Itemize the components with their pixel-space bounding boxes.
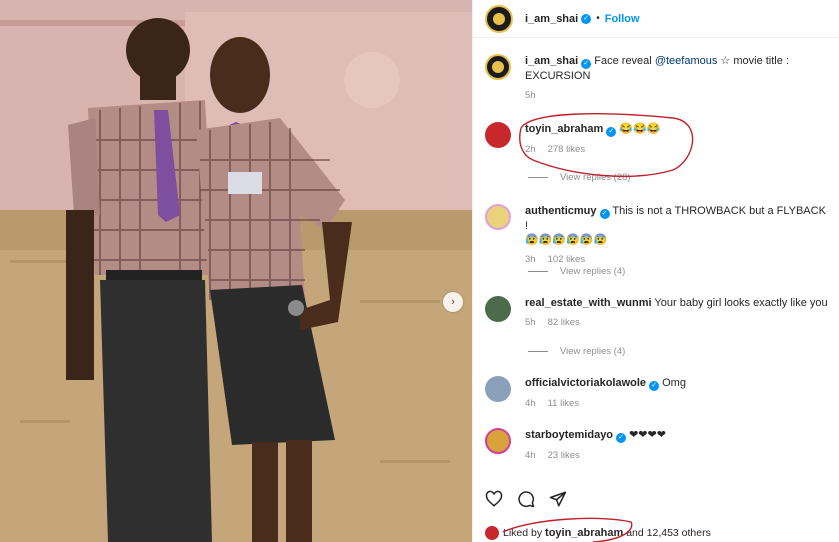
- comment-username[interactable]: toyin_abraham: [525, 123, 603, 135]
- comment-item: toyin_abraham ✓ 😂😂😂 2h 278 likes: [485, 122, 829, 157]
- caption-time: 5h: [525, 90, 536, 101]
- view-replies-button[interactable]: View replies (28): [528, 172, 631, 183]
- post-photo: ›: [0, 0, 472, 542]
- follow-button[interactable]: Follow: [605, 13, 640, 25]
- liked-by-user[interactable]: toyin_abraham: [545, 527, 623, 539]
- view-replies-label: View replies (4): [560, 346, 626, 357]
- comment-text: ❤❤❤❤: [629, 429, 666, 441]
- post-header: i_am_shai ✓ • Follow: [473, 0, 839, 38]
- verified-badge-icon: ✓: [581, 13, 592, 24]
- comment-item: starboytemidayo ✓ ❤❤❤❤ 4h 23 likes: [485, 428, 829, 463]
- caption-mention[interactable]: @teefamous: [655, 55, 718, 67]
- chevron-right-icon: ›: [451, 296, 455, 308]
- post-image: [0, 0, 472, 542]
- verified-badge-icon: ✓: [606, 127, 617, 137]
- view-replies-button[interactable]: View replies (4): [528, 266, 625, 277]
- author-avatar[interactable]: [485, 54, 511, 80]
- share-icon[interactable]: [549, 490, 567, 508]
- verified-badge-icon: ✓: [649, 381, 660, 391]
- comment-username[interactable]: real_estate_with_wunmi: [525, 297, 652, 309]
- commenter-avatar[interactable]: [485, 204, 511, 230]
- author-username[interactable]: i_am_shai: [525, 13, 578, 25]
- comment-text: 😂😂😂: [619, 123, 661, 135]
- comment-username[interactable]: officialvictoriakolawole: [525, 377, 646, 389]
- caption-title: EXCURSION: [525, 70, 591, 82]
- view-replies-label: View replies (28): [560, 172, 631, 183]
- caption-text-suffix: movie title :: [733, 55, 789, 67]
- caption: i_am_shai ✓ Face reveal @teefamous ☆ movi…: [485, 54, 829, 103]
- comment-text: Omg: [662, 377, 686, 389]
- verified-badge-icon: ✓: [581, 59, 592, 69]
- comment-username[interactable]: authenticmuy: [525, 205, 597, 217]
- comment-likes[interactable]: 82 likes: [548, 317, 580, 328]
- comment-item: authenticmuy ✓ This is not a THROWBACK bu…: [485, 204, 829, 267]
- commenter-avatar[interactable]: [485, 122, 511, 148]
- comment-item: officialvictoriakolawole ✓ Omg 4h 11 likes: [485, 376, 829, 411]
- comment-text-line2: 😰😰😰😰😰😰: [525, 234, 608, 246]
- caption-username[interactable]: i_am_shai: [525, 55, 578, 67]
- comment-time: 4h: [525, 450, 536, 461]
- comment-time: 2h: [525, 144, 536, 155]
- post-side-panel: i_am_shai ✓ • Follow i_am_shai ✓ Face rev…: [472, 0, 839, 542]
- verified-badge-icon: ✓: [616, 433, 627, 443]
- comment-icon[interactable]: [517, 490, 535, 508]
- view-replies-button[interactable]: View replies (4): [528, 346, 625, 357]
- liked-by-row: Liked by toyin_abraham and 12,453 others: [485, 526, 711, 540]
- liker-avatar[interactable]: [485, 526, 499, 540]
- heart-icon[interactable]: [485, 490, 503, 508]
- comment-text: Your baby girl looks exactly like you: [654, 297, 828, 309]
- post-actions: [485, 490, 567, 508]
- commenter-avatar[interactable]: [485, 428, 511, 454]
- author-avatar[interactable]: [485, 4, 513, 33]
- comment-time: 3h: [525, 254, 536, 265]
- comment-username[interactable]: starboytemidayo: [525, 429, 613, 441]
- separator-dot: •: [596, 13, 600, 24]
- comment-time: 4h: [525, 398, 536, 409]
- next-image-button[interactable]: ›: [443, 292, 463, 312]
- commenter-avatar[interactable]: [485, 296, 511, 322]
- comment-likes[interactable]: 278 likes: [548, 144, 586, 155]
- comment-likes[interactable]: 102 likes: [548, 254, 586, 265]
- liked-by-prefix: Liked by: [503, 527, 543, 539]
- star-icon: ☆: [720, 55, 731, 67]
- commenter-avatar[interactable]: [485, 376, 511, 402]
- view-replies-label: View replies (4): [560, 266, 626, 277]
- comment-likes[interactable]: 11 likes: [548, 398, 580, 409]
- caption-text: Face reveal: [594, 55, 652, 67]
- liked-by-others[interactable]: and 12,453 others: [626, 527, 711, 539]
- comment-likes[interactable]: 23 likes: [548, 450, 580, 461]
- comment-time: 5h: [525, 317, 536, 328]
- comment-item: real_estate_with_wunmi Your baby girl lo…: [485, 296, 829, 330]
- verified-badge-icon: ✓: [599, 209, 610, 219]
